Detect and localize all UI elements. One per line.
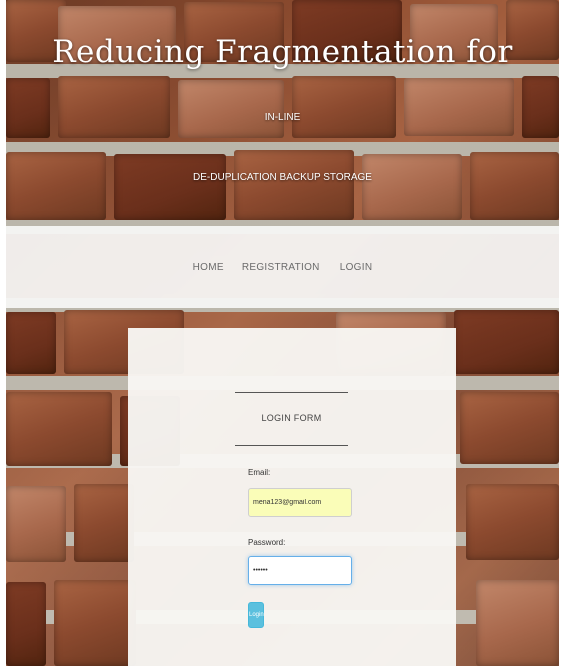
site-header: Reducing Fragmentation for IN-LINE DE-DU… xyxy=(6,0,559,226)
page: Reducing Fragmentation for IN-LINE DE-DU… xyxy=(0,0,563,666)
brick xyxy=(466,484,559,560)
form-title-rule-bottom xyxy=(235,445,348,446)
brick xyxy=(460,392,559,464)
nav-login-link[interactable]: LOGIN xyxy=(340,262,373,273)
site-title: Reducing Fragmentation for xyxy=(52,34,513,70)
brick xyxy=(6,582,46,666)
brick xyxy=(6,392,112,466)
brick xyxy=(6,312,56,374)
site-subtitle-line1: IN-LINE xyxy=(264,112,301,123)
password-label: Password: xyxy=(248,538,286,547)
brick xyxy=(454,310,559,374)
email-label: Email: xyxy=(248,468,271,477)
email-input[interactable] xyxy=(248,488,352,517)
password-input[interactable] xyxy=(248,556,352,585)
brick xyxy=(6,486,66,562)
nav-registration-link[interactable]: REGISTRATION xyxy=(242,262,320,273)
login-form-title: LOGIN FORM xyxy=(261,413,322,423)
login-form-panel: LOGIN FORM Email: Password: Login xyxy=(128,328,456,666)
form-title-rule-top xyxy=(235,392,348,393)
nav-home-link[interactable]: HOME xyxy=(193,262,224,273)
site-subtitle-line2: DE-DUPLICATION BACKUP STORAGE xyxy=(193,172,372,183)
main-navbar: HOME REGISTRATION LOGIN xyxy=(6,226,559,308)
brick xyxy=(54,580,136,666)
login-button[interactable]: Login xyxy=(248,602,264,628)
brick xyxy=(476,580,559,666)
brick xyxy=(74,484,134,562)
